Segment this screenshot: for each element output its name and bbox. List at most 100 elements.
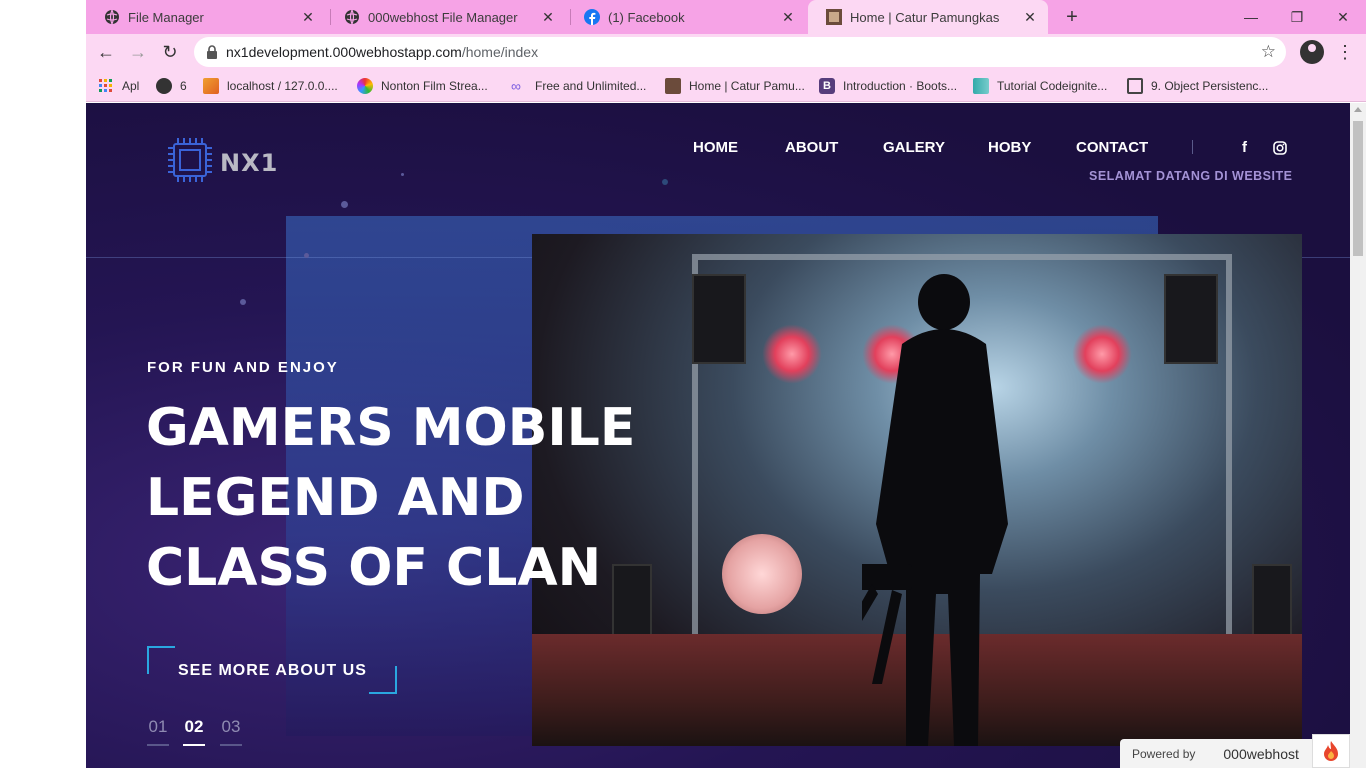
close-window-button[interactable]: ✕: [1330, 4, 1356, 30]
phpmyadmin-icon: [203, 78, 219, 94]
scroll-up-icon[interactable]: [1354, 107, 1362, 112]
headline-line: GAMERS MOBILE: [146, 398, 636, 458]
tab-title: Home | Catur Pamungkas: [850, 9, 1000, 25]
bookmark-bootstrap[interactable]: B Introduction · Boots...: [819, 76, 957, 96]
close-icon[interactable]: ✕: [1022, 9, 1038, 25]
bookmark-apps[interactable]: Apl: [98, 76, 139, 96]
decor-dot: [401, 173, 404, 176]
silhouette-person: [862, 274, 1008, 746]
lock-icon: [206, 45, 218, 59]
bookmark-nonton-film[interactable]: Nonton Film Strea...: [357, 76, 488, 96]
nav-home[interactable]: HOME: [693, 139, 738, 156]
tab-strip: File Manager ✕ 000webhost File Manager ✕…: [86, 0, 1366, 34]
minimize-button[interactable]: —: [1238, 4, 1264, 30]
close-icon[interactable]: ✕: [540, 9, 556, 25]
hero-eyebrow: FOR FUN AND ENJOY: [147, 359, 339, 376]
site-thumbnail-icon: [826, 9, 842, 25]
tab-home-catur[interactable]: Home | Catur Pamungkas ✕: [808, 0, 1048, 34]
slide-underline: [220, 744, 242, 746]
infinity-icon: ∞: [511, 78, 521, 94]
flame-icon[interactable]: [1312, 734, 1350, 768]
forward-button[interactable]: →: [126, 40, 150, 64]
bookmark-label: 9. Object Persistenc...: [1151, 79, 1269, 93]
scroll-thumb[interactable]: [1353, 121, 1363, 256]
slide-number: 03: [221, 717, 241, 736]
url-host: nx1development.000webhostapp.com: [226, 44, 462, 60]
bookmark-label: Tutorial Codeignite...: [997, 79, 1108, 93]
restore-button[interactable]: ❐: [1284, 4, 1310, 30]
site-logo[interactable]: NX1: [166, 136, 278, 189]
bookmarks-bar: Apl 6 localhost / 127.0.0.... Nonton Fil…: [86, 70, 1366, 102]
bookmark-label: 6: [180, 79, 187, 93]
bookmark-localhost[interactable]: localhost / 127.0.0....: [203, 76, 338, 96]
powered-brand: 000webhost: [1223, 745, 1299, 762]
nav-hoby[interactable]: HOBY: [988, 139, 1031, 156]
tab-facebook[interactable]: (1) Facebook ✕: [566, 0, 806, 34]
menu-kebab-icon[interactable]: ⋮: [1336, 40, 1354, 64]
globe-icon: [344, 9, 360, 25]
hero-headline: GAMERS MOBILE LEGEND AND CLASS OF CLAN: [146, 393, 706, 603]
slide-dot-02[interactable]: 02: [183, 717, 205, 746]
decor-dot: [662, 179, 668, 185]
bass-drum: [722, 534, 802, 614]
speaker: [1252, 564, 1292, 644]
browser-window: File Manager ✕ 000webhost File Manager ✕…: [86, 0, 1366, 768]
headline-line: LEGEND AND: [146, 468, 525, 528]
bracket-corner: [147, 646, 175, 674]
site-thumbnail-icon: [665, 78, 681, 94]
browser-toolbar: ← → ↻ nx1development.000webhostapp.com/h…: [86, 34, 1366, 70]
nav-about[interactable]: ABOUT: [785, 139, 838, 156]
globe-icon: [156, 78, 172, 94]
flower-icon: [357, 78, 373, 94]
speaker: [1164, 274, 1218, 364]
slide-dot-03[interactable]: 03: [220, 717, 242, 746]
profile-avatar-icon[interactable]: [1300, 40, 1324, 64]
bookmark-star-icon[interactable]: ☆: [1261, 42, 1276, 62]
instagram-icon[interactable]: [1273, 139, 1287, 159]
bookmark-label: Home | Catur Pamu...: [689, 79, 805, 93]
page-scrollbar[interactable]: [1350, 103, 1366, 768]
facebook-icon[interactable]: f: [1242, 139, 1247, 156]
see-more-label: SEE MORE ABOUT US: [178, 662, 367, 679]
bookmark-6[interactable]: 6: [156, 76, 187, 96]
bookmark-home-catur[interactable]: Home | Catur Pamu...: [665, 76, 805, 96]
book-icon: [973, 78, 989, 94]
apps-grid-icon: [98, 78, 114, 94]
bookmark-label: Free and Unlimited...: [535, 79, 647, 93]
close-icon[interactable]: ✕: [300, 9, 316, 25]
url-text: nx1development.000webhostapp.com/home/in…: [226, 44, 538, 60]
nav-galery[interactable]: GALERY: [883, 139, 945, 156]
slide-number: 01: [148, 717, 168, 736]
webpage: NX1 HOME ABOUT GALERY HOBY CONTACT f SEL…: [86, 103, 1350, 768]
slide-underline: [183, 744, 205, 746]
bookmark-free-unlimited[interactable]: ∞ Free and Unlimited...: [511, 76, 646, 96]
decor-dot: [240, 299, 246, 305]
book-open-icon: [1127, 78, 1143, 94]
tab-file-manager[interactable]: File Manager ✕: [86, 0, 326, 34]
address-bar[interactable]: nx1development.000webhostapp.com/home/in…: [194, 37, 1286, 67]
see-more-button[interactable]: SEE MORE ABOUT US: [147, 646, 397, 694]
tab-title: File Manager: [128, 9, 204, 25]
nav-contact[interactable]: CONTACT: [1076, 139, 1148, 156]
back-button[interactable]: ←: [94, 40, 118, 64]
stage-light: [1072, 324, 1132, 384]
bookmark-object-persistence[interactable]: 9. Object Persistenc...: [1127, 76, 1268, 96]
stage-light: [762, 324, 822, 384]
reload-button[interactable]: ↻: [158, 40, 182, 64]
globe-icon: [104, 9, 120, 25]
logo-text: NX1: [220, 148, 279, 177]
decor-dot: [304, 253, 309, 258]
bookmark-label: Apl: [122, 79, 140, 93]
facebook-icon: [584, 9, 600, 25]
bootstrap-icon: B: [819, 78, 835, 94]
bookmark-label: Introduction · Boots...: [843, 79, 958, 93]
new-tab-button[interactable]: +: [1061, 6, 1083, 28]
tab-000webhost[interactable]: 000webhost File Manager ✕: [326, 0, 566, 34]
nav-divider: [1192, 140, 1193, 154]
slide-dot-01[interactable]: 01: [147, 717, 169, 746]
welcome-text: SELAMAT DATANG DI WEBSITE: [1089, 169, 1293, 183]
close-icon[interactable]: ✕: [780, 9, 796, 25]
bookmark-codeigniter[interactable]: Tutorial Codeignite...: [973, 76, 1107, 96]
powered-by-badge[interactable]: Powered by 000webhost: [1120, 739, 1316, 768]
speaker: [692, 274, 746, 364]
